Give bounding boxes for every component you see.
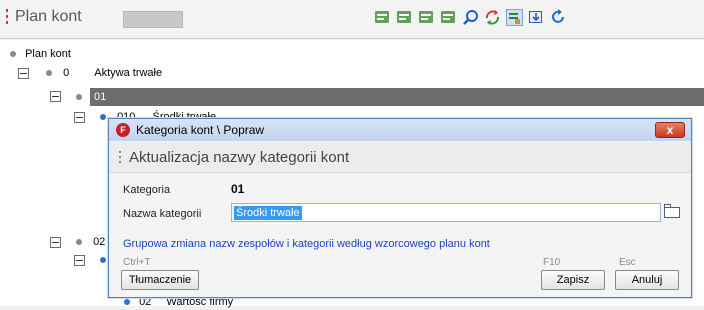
collapse-toggle-icon[interactable] xyxy=(74,112,85,123)
category-label: Kategoria xyxy=(123,184,171,196)
node-bullet-icon xyxy=(46,70,52,77)
drag-grip-icon xyxy=(6,9,9,27)
close-button[interactable]: x xyxy=(655,122,685,138)
node-bullet-icon xyxy=(124,299,130,306)
save-button[interactable]: Zapisz xyxy=(541,270,605,290)
refresh-icon[interactable] xyxy=(484,9,501,26)
collapse-toggle-icon[interactable] xyxy=(18,68,29,79)
node-bullet-icon xyxy=(76,239,82,246)
node-bullet-icon xyxy=(76,94,82,101)
app-icon: F xyxy=(116,123,130,137)
category-name-value: Środki trwałe xyxy=(234,206,302,220)
collapse-toggle-icon[interactable] xyxy=(50,91,61,102)
translate-button[interactable]: Tłumaczenie xyxy=(121,270,199,290)
tree-root-label: Plan kont xyxy=(25,48,71,60)
sort-ascending-icon[interactable] xyxy=(374,9,391,26)
node-bullet-icon xyxy=(10,51,16,58)
node-code: 0 xyxy=(63,67,70,79)
category-value: 01 xyxy=(231,182,245,196)
tree-node-02[interactable]: 02 xyxy=(76,234,105,250)
reload-icon[interactable] xyxy=(550,9,567,26)
drag-grip-icon xyxy=(119,151,121,166)
tree-node-01-bullet xyxy=(76,89,82,105)
node-code: 02 xyxy=(93,236,106,248)
filter-icon[interactable] xyxy=(506,9,523,26)
tree-node-0[interactable]: 0 Aktywa trwałe xyxy=(46,65,162,81)
tree-root[interactable]: Plan kont xyxy=(10,46,71,62)
category-name-label: Nazwa kategorii xyxy=(123,208,202,220)
folder-icon[interactable] xyxy=(664,204,680,218)
title-swatch xyxy=(123,11,183,28)
save-shortcut: F10 xyxy=(543,257,561,268)
top-bar: Plan kont xyxy=(0,0,704,36)
edit-category-dialog: F Kategoria kont \ Popraw x Aktualizacja… xyxy=(108,118,692,298)
dialog-header: Aktualizacja nazwy kategorii kont xyxy=(109,142,691,173)
dialog-title: Kategoria kont \ Popraw xyxy=(136,123,265,137)
translate-shortcut: Ctrl+T xyxy=(123,257,151,268)
cancel-button[interactable]: Anuluj xyxy=(615,270,679,290)
export-icon[interactable] xyxy=(528,9,545,26)
header-divider xyxy=(0,38,704,39)
selected-row[interactable]: 01 xyxy=(90,88,704,106)
list-expand-icon[interactable] xyxy=(418,9,435,26)
category-name-input[interactable]: Środki trwałe xyxy=(231,203,661,222)
collapse-toggle-icon[interactable] xyxy=(74,255,85,266)
node-code: 01 xyxy=(94,91,107,103)
page-title: Plan kont xyxy=(15,8,82,25)
collapse-toggle-icon[interactable] xyxy=(50,237,61,248)
cancel-shortcut: Esc xyxy=(619,257,636,268)
tree-node-02-child xyxy=(100,252,106,268)
dialog-heading: Aktualizacja nazwy kategorii kont xyxy=(129,149,350,166)
node-label: Aktywa trwałe xyxy=(94,67,163,79)
dialog-titlebar[interactable]: F Kategoria kont \ Popraw x xyxy=(109,119,691,141)
list-collapse-icon[interactable] xyxy=(440,9,457,26)
node-bullet-icon xyxy=(100,114,106,121)
sort-descending-icon[interactable] xyxy=(396,9,413,26)
search-icon[interactable] xyxy=(462,9,479,26)
bulk-rename-link[interactable]: Grupowa zmiana nazw zespołów i kategorii… xyxy=(123,238,490,250)
node-bullet-icon xyxy=(100,257,106,264)
